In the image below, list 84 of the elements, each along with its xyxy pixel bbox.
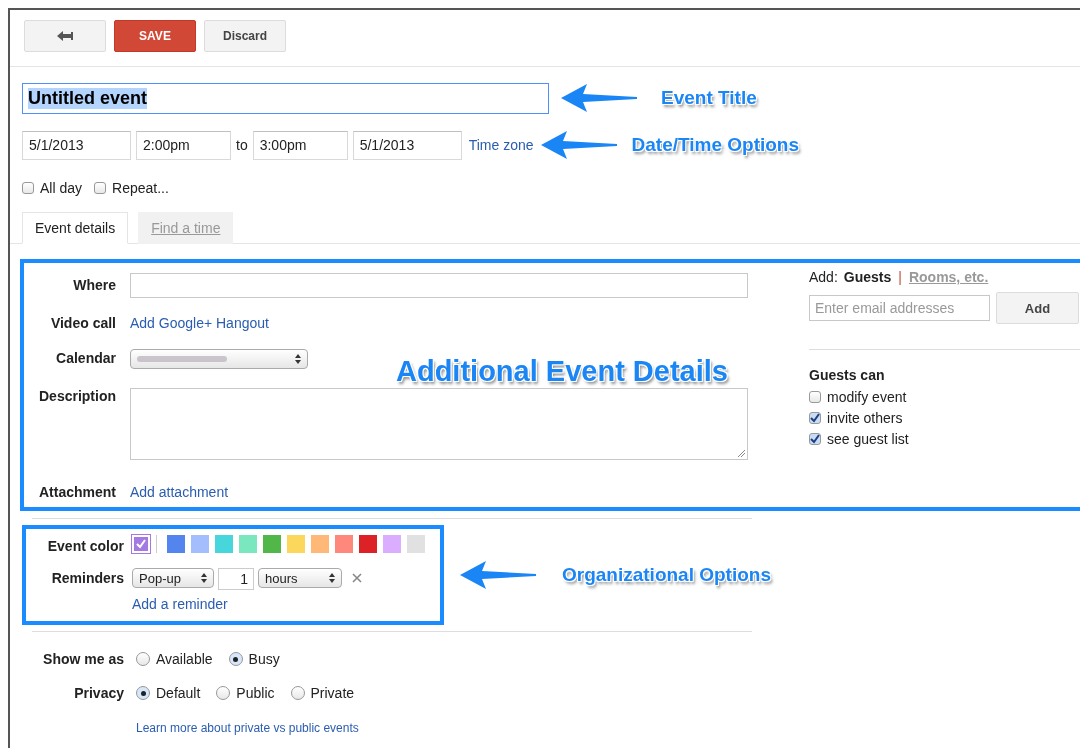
radio-label: Default [156, 685, 201, 701]
unit-select[interactable]: hours [258, 568, 342, 588]
arrow-icon [559, 82, 639, 114]
check-icon [136, 539, 146, 549]
radio-label: Private [310, 685, 355, 701]
color-swatch[interactable] [383, 535, 401, 553]
color-swatch[interactable] [191, 535, 209, 553]
color-swatch[interactable] [239, 535, 257, 553]
arrow-icon [458, 559, 538, 591]
field-label: Calendar [56, 350, 116, 366]
calendar-select[interactable] [130, 349, 308, 369]
learn-more-link[interactable]: Learn more about private vs public events [136, 721, 359, 735]
discard-button[interactable]: Discard [204, 20, 286, 52]
title-field[interactable]: Untitled event [22, 82, 549, 114]
color-swatch[interactable] [215, 535, 233, 553]
guests-tab[interactable]: Guests [843, 269, 892, 285]
color-swatch[interactable] [359, 535, 377, 553]
time-zone-link[interactable]: Time zone [468, 137, 534, 153]
blurred-value-icon [137, 354, 227, 364]
checkbox[interactable] [809, 433, 821, 445]
section-title: Guests can [809, 367, 885, 383]
radio-button[interactable] [136, 652, 150, 666]
radio-button[interactable] [228, 652, 243, 666]
add-label: Add: [809, 269, 838, 285]
field-label: Privacy [74, 685, 124, 701]
field-label: Show me as [43, 651, 124, 667]
radio-button[interactable] [290, 686, 305, 700]
close-icon[interactable] [352, 573, 362, 583]
color-swatch[interactable] [132, 535, 150, 553]
checkbox-label: All day [40, 180, 83, 196]
link[interactable]: Add attachment [130, 484, 229, 500]
color-swatch[interactable] [263, 535, 281, 553]
date-field[interactable]: 5/1/2013 [352, 130, 462, 160]
checkbox-label: see guest list [827, 431, 909, 447]
radio-label: Public [236, 685, 275, 701]
date-field[interactable]: 5/1/2013 [22, 130, 131, 160]
color-swatch[interactable] [167, 535, 185, 553]
field-label: Reminders [51, 570, 124, 586]
updown-icon [295, 354, 301, 364]
field-label: Video call [50, 315, 116, 331]
field-label: Event color [47, 538, 124, 554]
save-button[interactable]: SAVE [114, 20, 196, 52]
field-label: Where [73, 277, 116, 293]
check-icon [810, 434, 820, 444]
link[interactable]: Add Google+ Hangout [130, 315, 269, 331]
callout-label: Additional Event Details [396, 355, 728, 388]
add-button[interactable]: Add [996, 292, 1079, 324]
color-swatch[interactable] [287, 535, 305, 553]
checkbox-label: Repeat... [112, 180, 169, 196]
checkbox-label: invite others [827, 410, 903, 426]
tab[interactable]: Event details [22, 212, 129, 244]
color-swatch[interactable] [335, 535, 353, 553]
radio-button[interactable] [136, 686, 150, 700]
radio-button[interactable] [216, 686, 231, 700]
field-label: Attachment [39, 484, 116, 500]
checkbox[interactable] [22, 182, 34, 194]
color-swatch[interactable] [311, 535, 329, 553]
where-field[interactable] [130, 273, 748, 298]
separator: | [898, 269, 902, 285]
color-swatch[interactable] [407, 535, 425, 553]
radio-label: Busy [248, 651, 280, 667]
updown-icon [329, 573, 335, 583]
amount-field[interactable]: 1 [218, 568, 254, 590]
checkbox[interactable] [94, 182, 107, 194]
back-button[interactable] [24, 20, 106, 52]
time-field[interactable]: 3:00pm [252, 130, 348, 160]
title-text: Untitled event [28, 87, 147, 109]
checkbox[interactable] [809, 391, 821, 403]
add-reminder-link[interactable]: Add a reminder [132, 596, 228, 612]
back-arrow-icon [56, 30, 74, 42]
to-label: to [236, 137, 248, 153]
callout-label: Event Title [661, 87, 757, 109]
resize-handle-icon [738, 450, 745, 457]
checkbox-label: modify event [827, 389, 907, 405]
checkbox[interactable] [809, 412, 821, 424]
field-label: Description [39, 388, 116, 404]
updown-icon [201, 573, 207, 583]
check-icon [810, 413, 820, 423]
callout-label: Date/Time Options [631, 134, 800, 156]
description-field[interactable] [130, 388, 748, 460]
time-field[interactable]: 2:00pm [136, 130, 231, 160]
callout-label: Organizational Options [562, 564, 771, 586]
method-select[interactable]: Pop-up [132, 568, 214, 588]
radio-label: Available [156, 651, 213, 667]
